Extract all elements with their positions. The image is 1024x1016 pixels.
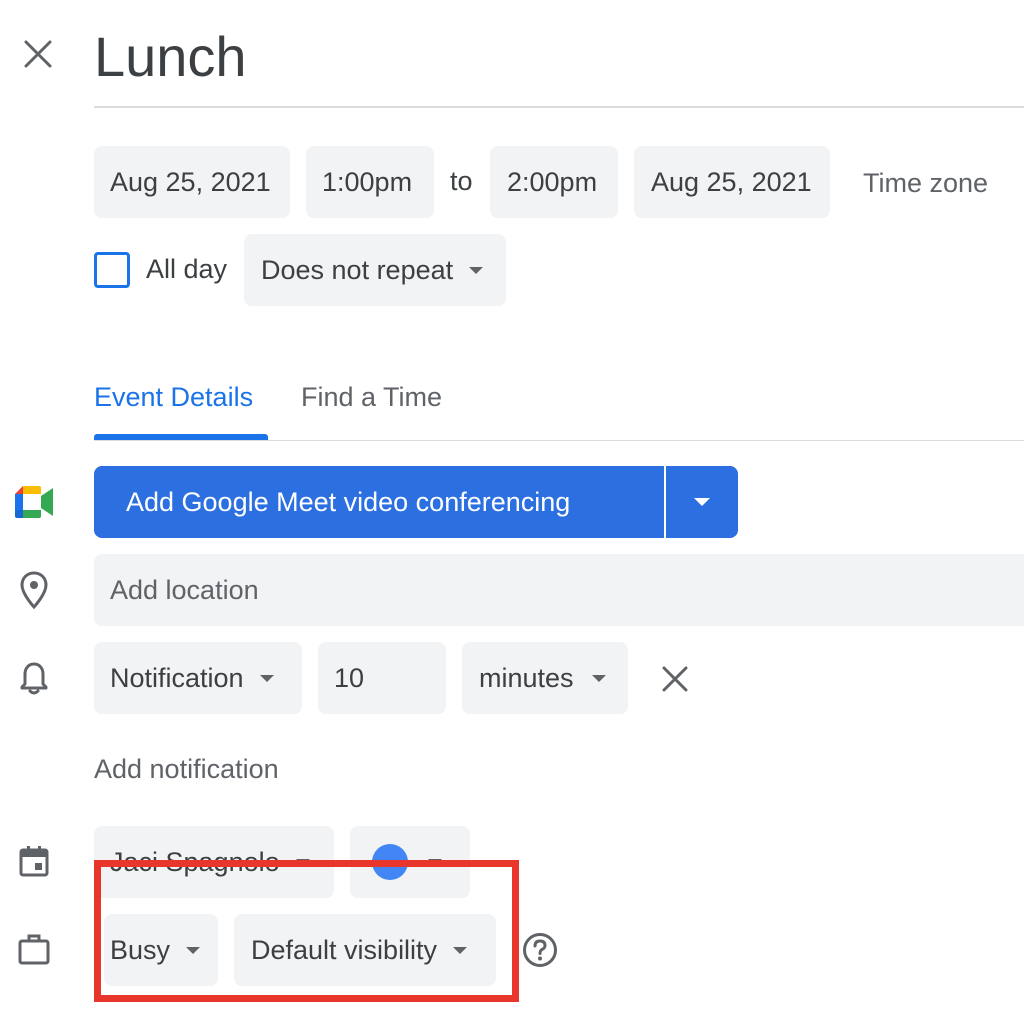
notification-amount-input[interactable]: 10 <box>318 642 446 714</box>
repeat-value: Does not repeat <box>261 254 454 285</box>
dropdown-caret-icon <box>259 674 274 682</box>
google-meet-icon <box>15 486 53 518</box>
start-time-field[interactable]: 1:00pm <box>306 146 434 218</box>
tab-event-details[interactable]: Event Details <box>94 382 253 440</box>
event-color-swatch <box>372 844 408 880</box>
start-date-field[interactable]: Aug 25, 2021 <box>94 146 290 218</box>
visibility-value: Default visibility <box>251 934 438 965</box>
tab-event-details-label: Event Details <box>94 382 254 412</box>
availability-dropdown[interactable]: Busy <box>104 914 218 986</box>
bell-icon <box>18 660 50 696</box>
end-time-field[interactable]: 2:00pm <box>490 146 618 218</box>
notification-type-dropdown[interactable]: Notification <box>94 642 302 714</box>
notification-type-value: Notification <box>110 662 244 693</box>
tabs-divider <box>94 440 1024 441</box>
start-time-text: 1:00pm <box>322 166 413 197</box>
location-pin-icon <box>18 570 50 610</box>
visibility-dropdown[interactable]: Default visibility <box>234 914 496 986</box>
event-title-input[interactable]: Lunch <box>94 20 1024 108</box>
tab-find-a-time-label: Find a Time <box>301 382 443 412</box>
dropdown-caret-icon <box>453 946 468 954</box>
calendar-owner-dropdown[interactable]: Jaci Spagnolo <box>94 826 334 898</box>
briefcase-icon <box>17 932 51 966</box>
add-notification-link[interactable]: Add notification <box>94 754 279 785</box>
timezone-button[interactable]: Time zone <box>863 168 988 199</box>
tab-find-a-time[interactable]: Find a Time <box>301 382 442 440</box>
dropdown-caret-icon <box>591 674 606 682</box>
end-date-text: Aug 25, 2021 <box>651 166 812 197</box>
availability-value: Busy <box>110 934 171 965</box>
event-title-text: Lunch <box>94 25 247 88</box>
dropdown-caret-icon <box>469 266 484 274</box>
notification-unit-value: minutes <box>479 662 574 693</box>
add-meet-label: Add Google Meet video conferencing <box>126 486 571 517</box>
to-separator: to <box>450 166 473 196</box>
notification-amount-value: 10 <box>334 662 365 693</box>
all-day-label: All day <box>146 254 228 284</box>
event-color-dropdown[interactable] <box>350 826 470 898</box>
calendar-icon <box>18 844 50 878</box>
help-icon[interactable] <box>522 932 558 968</box>
end-time-text: 2:00pm <box>507 166 598 197</box>
calendar-owner-value: Jaci Spagnolo <box>110 846 280 877</box>
dropdown-caret-icon <box>428 858 442 866</box>
meet-options-dropdown[interactable] <box>666 466 738 538</box>
location-input[interactable]: Add location <box>94 554 1024 626</box>
add-meet-button[interactable]: Add Google Meet video conferencing <box>94 466 664 538</box>
end-date-field[interactable]: Aug 25, 2021 <box>634 146 830 218</box>
close-icon[interactable] <box>22 38 54 70</box>
dropdown-caret-icon <box>186 946 201 954</box>
repeat-dropdown[interactable]: Does not repeat <box>244 234 506 306</box>
start-date-text: Aug 25, 2021 <box>110 166 271 197</box>
dropdown-caret-icon <box>694 498 710 506</box>
all-day-checkbox[interactable] <box>94 252 130 288</box>
dropdown-caret-icon <box>295 858 310 866</box>
notification-unit-dropdown[interactable]: minutes <box>462 642 628 714</box>
remove-notification-icon[interactable] <box>662 666 688 692</box>
location-placeholder: Add location <box>110 574 259 605</box>
